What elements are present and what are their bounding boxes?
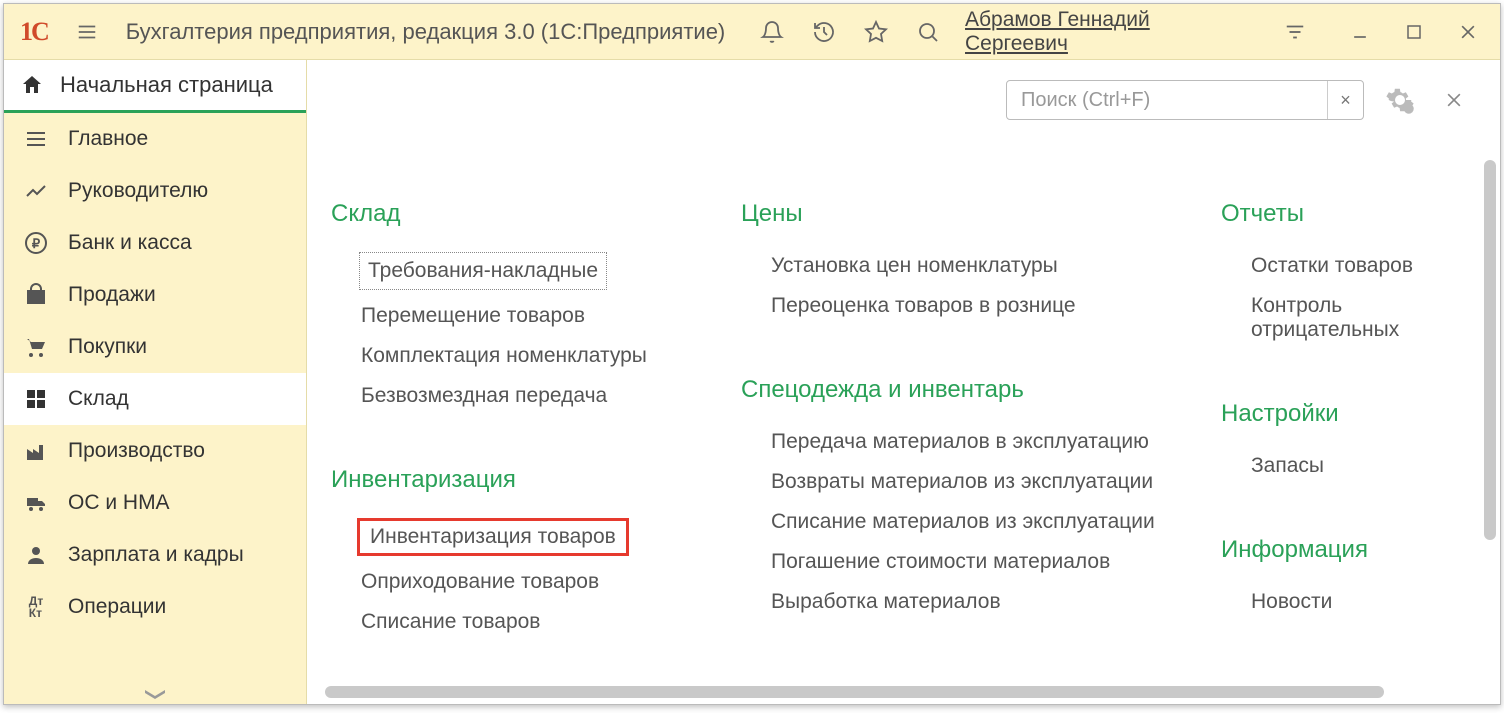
nav-item-label: Склад [68,387,129,411]
grid-icon [22,387,50,411]
section-item[interactable]: Безвозмездная передача [331,376,701,416]
nav-item-label: Покупки [68,335,147,359]
sidebar-expand-handle[interactable] [4,682,306,704]
nav-list: Главное Руководителю ₽ Банк и касса Продажи П… [4,113,306,682]
section-item[interactable]: Погашение стоимости материалов [741,542,1181,582]
bag-icon [22,283,50,307]
nav-item-5[interactable]: Склад [4,373,306,425]
settings-icon[interactable] [1382,85,1418,115]
search-input[interactable] [1007,89,1327,112]
section-item[interactable]: Перемещение товаров [331,296,701,336]
nav-item-7[interactable]: ОС и НМА [4,477,306,529]
section-title[interactable]: Инвентаризация [331,466,701,494]
section-item[interactable]: Комплектация номенклатуры [331,336,701,376]
ruble-icon: ₽ [22,231,50,255]
nav-item-label: Руководителю [68,179,208,203]
hamburger-icon[interactable] [68,13,106,51]
section-item[interactable]: Новости [1221,582,1480,622]
search-clear-button[interactable]: × [1327,81,1363,119]
window-controls [1338,13,1490,51]
home-icon [20,73,44,97]
nav-item-8[interactable]: Зарплата и кадры [4,529,306,581]
bell-icon[interactable] [753,13,791,51]
section-item[interactable]: Оприходование товаров [331,562,701,602]
nav-item-label: Зарплата и кадры [68,543,244,567]
section-item[interactable]: Запасы [1221,446,1480,486]
factory-icon [22,439,50,463]
section-item[interactable]: Списание товаров [331,602,701,642]
sections-grid: Склад Требования-накладные Перемещение тов… [331,190,1480,684]
history-icon[interactable] [805,13,843,51]
chart-icon [22,179,50,203]
close-button[interactable] [1446,13,1490,51]
search-icon[interactable] [909,13,947,51]
content-column-0: Склад Требования-накладные Перемещение тов… [331,190,701,684]
nav-item-0[interactable]: Главное [4,113,306,165]
section-item[interactable]: Переоценка товаров в рознице [741,286,1181,326]
section-item[interactable]: Контроль отрицательных [1221,286,1480,350]
truck-icon [22,491,50,515]
section-item[interactable]: Требования-накладные [359,252,607,290]
section-title[interactable]: Информация [1221,536,1480,564]
section-title[interactable]: Спецодежда и инвентарь [741,376,1181,404]
svg-text:₽: ₽ [32,236,41,251]
nav-item-label: Банк и касса [68,231,192,255]
logo-1c: 1C [14,17,54,47]
content-toolbar: × [1006,80,1472,120]
nav-item-6[interactable]: Производство [4,425,306,477]
sidebar: Начальная страница Главное Руководителю ₽ Б… [4,60,307,704]
vertical-scrollbar-thumb[interactable] [1484,160,1496,540]
horizontal-scrollbar-thumb[interactable] [325,686,1384,698]
section-item[interactable]: Списание материалов из эксплуатации [741,502,1181,542]
close-panel-icon[interactable] [1436,90,1472,110]
minimize-button[interactable] [1338,13,1382,51]
home-label: Начальная страница [60,72,273,98]
nav-item-label: Главное [68,127,148,151]
content-column-2: Отчеты Остатки товаровКонтроль отрицатель… [1221,190,1480,684]
person-icon [22,543,50,567]
content-area: × Склад Требования-накладные Перемещение т… [307,60,1500,704]
cart-icon [22,335,50,359]
section-title[interactable]: Цены [741,200,1181,228]
dtkt-icon: ДтКт [22,595,50,619]
section-title[interactable]: Настройки [1221,400,1480,428]
nav-item-label: Производство [68,439,205,463]
nav-item-4[interactable]: Покупки [4,321,306,373]
section-title[interactable]: Отчеты [1221,200,1480,228]
section-item[interactable]: Возвраты материалов из эксплуатации [741,462,1181,502]
nav-item-3[interactable]: Продажи [4,269,306,321]
section-item[interactable]: Остатки товаров [1221,246,1480,286]
content-column-1: Цены Установка цен номенклатурыПереоценка… [741,190,1181,684]
titlebar: 1C Бухгалтерия предприятия, редакция 3.0… [4,4,1500,60]
maximize-button[interactable] [1392,13,1436,51]
nav-item-label: Операции [68,595,166,619]
nav-item-label: Продажи [68,283,156,307]
search-box: × [1006,80,1364,120]
nav-item-2[interactable]: ₽ Банк и касса [4,217,306,269]
vertical-scrollbar[interactable] [1484,160,1498,674]
home-tab[interactable]: Начальная страница [4,60,306,113]
section-item[interactable]: Установка цен номенклатуры [741,246,1181,286]
section-item[interactable]: Выработка материалов [741,582,1181,622]
section-title[interactable]: Склад [331,200,701,228]
nav-item-1[interactable]: Руководителю [4,165,306,217]
nav-item-9[interactable]: ДтКт Операции [4,581,306,633]
nav-item-label: ОС и НМА [68,491,170,515]
app-window: 1C Бухгалтерия предприятия, редакция 3.0… [3,3,1501,705]
horizontal-scrollbar[interactable] [325,686,1476,700]
filter-icon[interactable] [1276,13,1314,51]
star-icon[interactable] [857,13,895,51]
app-title: Бухгалтерия предприятия, редакция 3.0 (1… [126,19,726,45]
menu-icon [22,127,50,151]
section-item[interactable]: Инвентаризация товаров [357,518,629,556]
user-link[interactable]: Абрамов Геннадий Сергеевич [965,8,1258,56]
section-item[interactable]: Передача материалов в эксплуатацию [741,422,1181,462]
